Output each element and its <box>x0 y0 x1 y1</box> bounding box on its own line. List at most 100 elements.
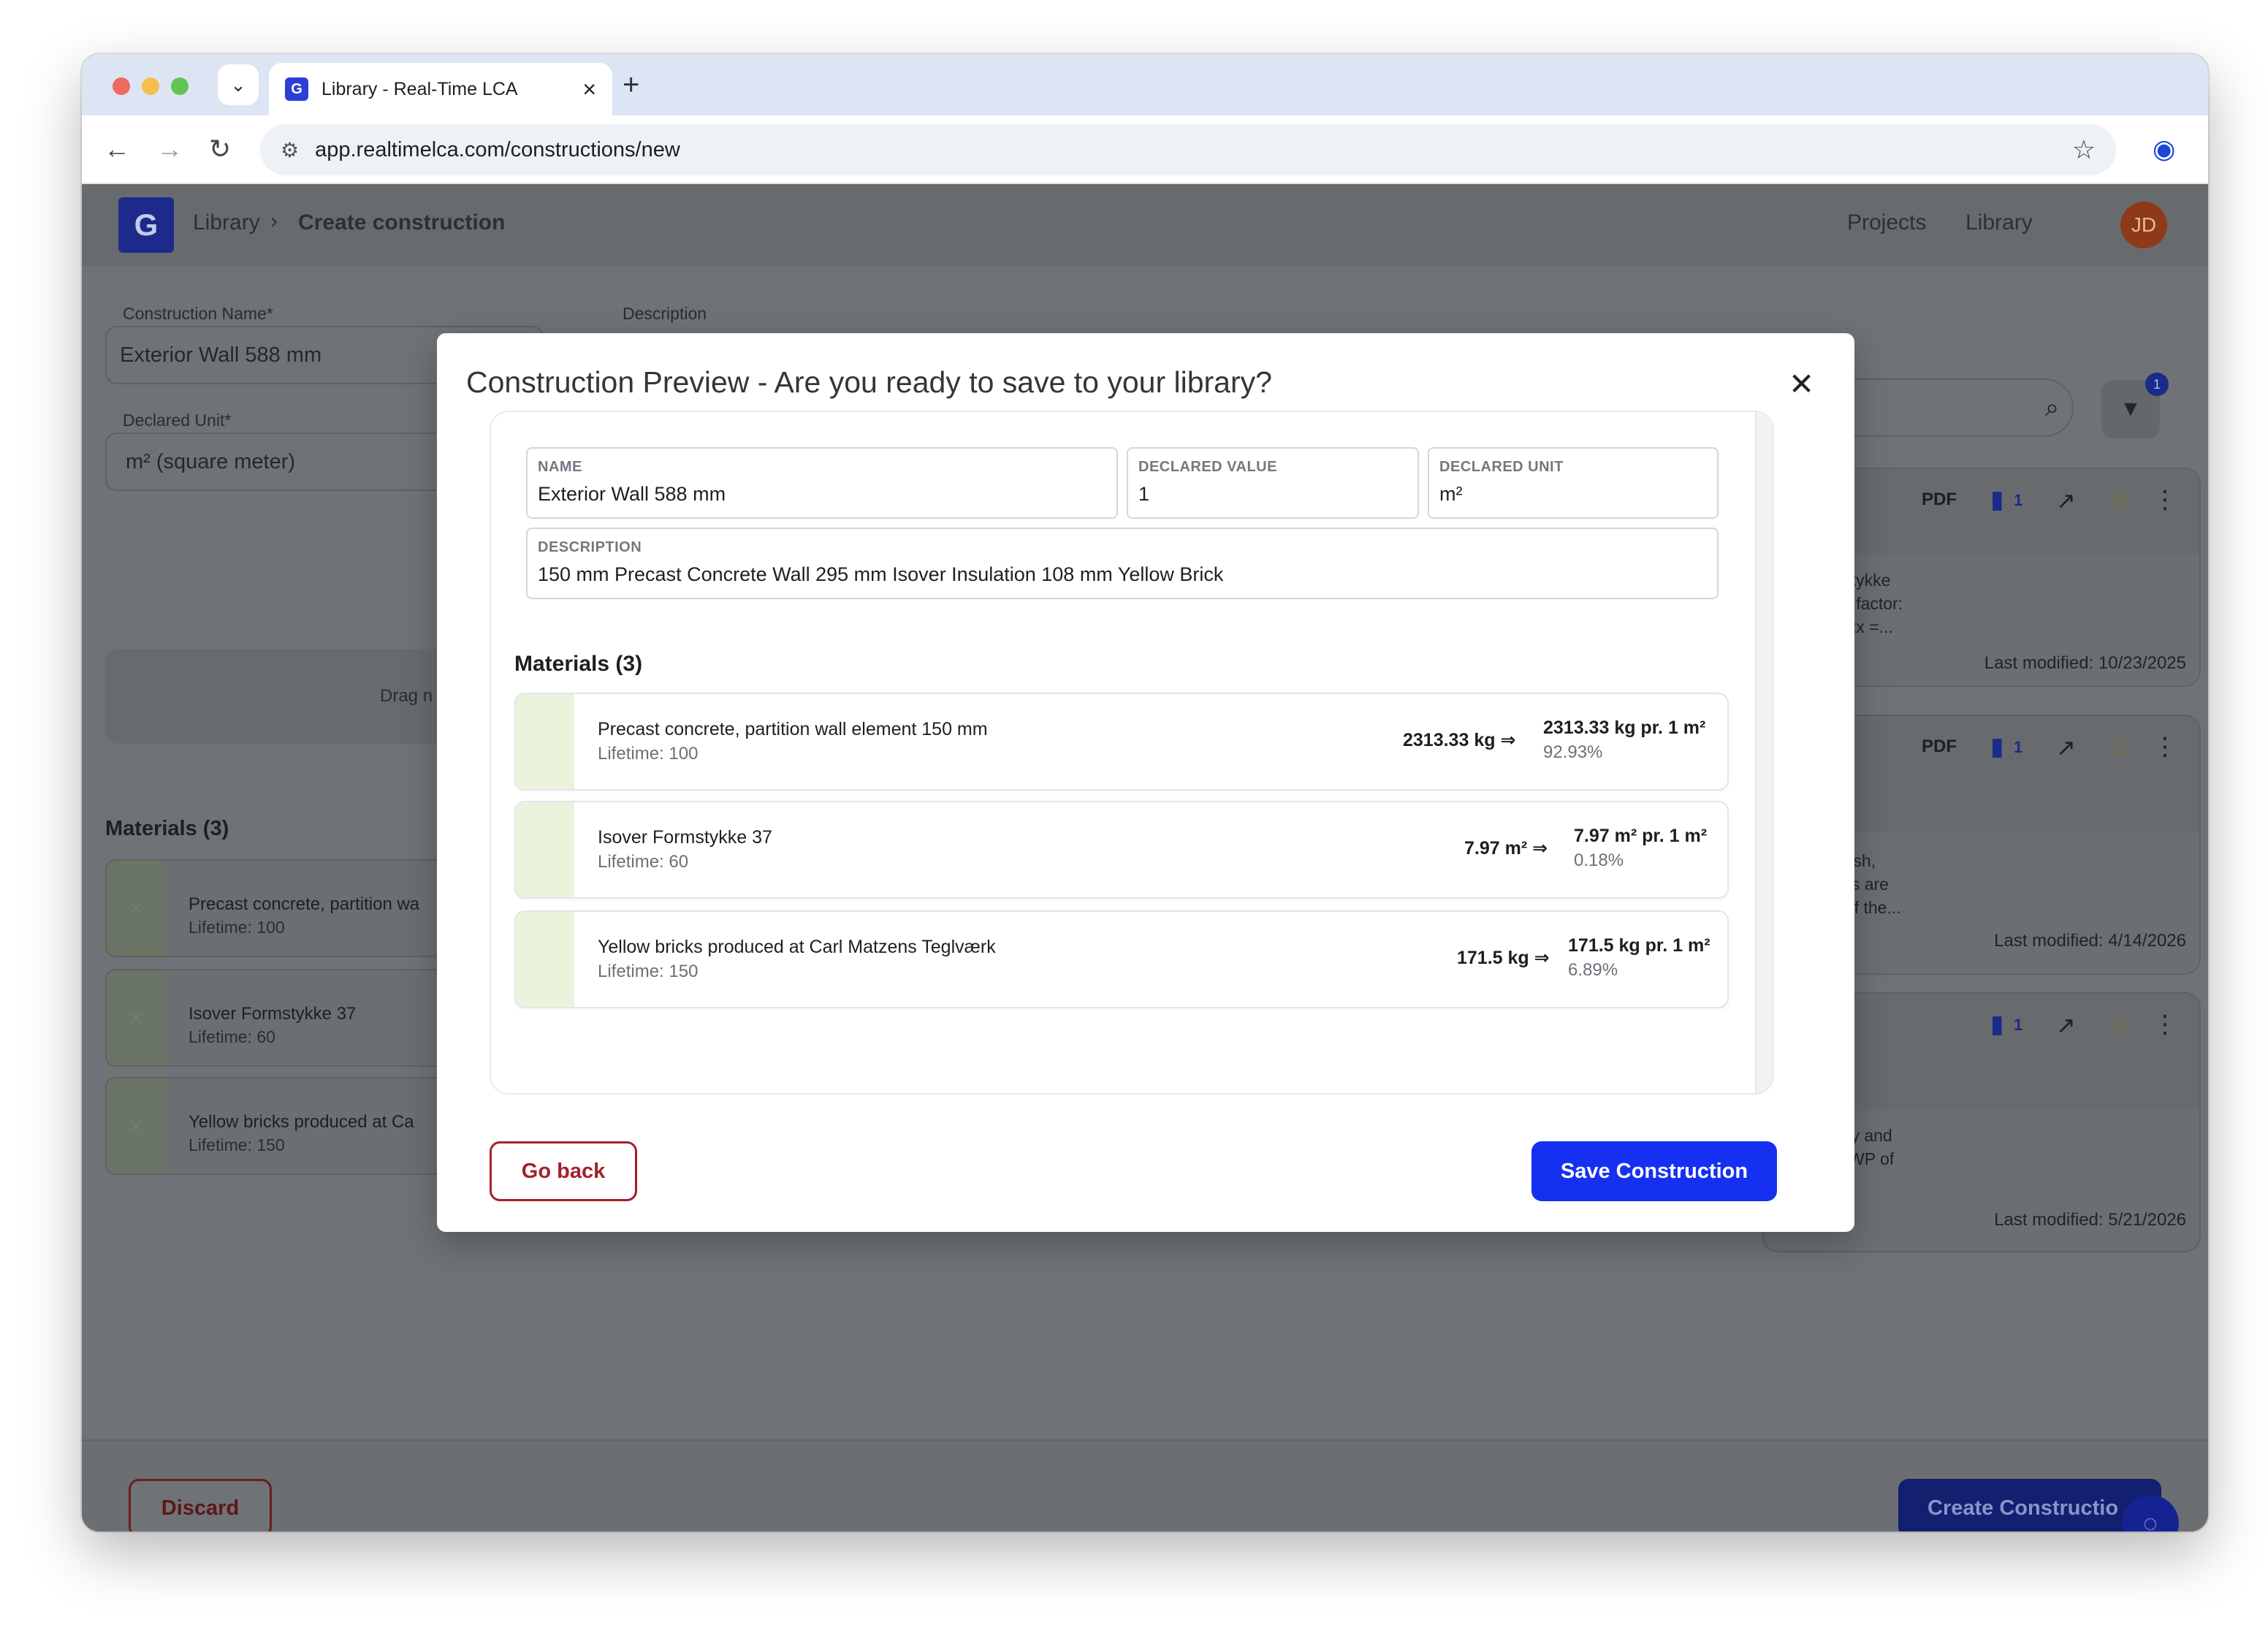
more-options-icon[interactable]: ⋮ <box>2153 485 2177 514</box>
name-field: NAME Exterior Wall 588 mm <box>526 447 1118 519</box>
material-per-unit: 2313.33 kg pr. 1 m² <box>1543 718 1706 738</box>
material-name: Precast concrete, partition wa <box>189 894 420 914</box>
tab-search-chevron-icon[interactable]: ⌄ <box>218 64 259 105</box>
browser-tab[interactable]: G Library - Real-Time LCA × <box>269 63 612 115</box>
bookmark-icon[interactable]: ▮ <box>1990 485 2004 514</box>
declared-unit-label: Declared Unit* <box>123 411 232 430</box>
material-quantity: 171.5 kg ⇒ <box>1457 947 1550 969</box>
description-value: 150 mm Precast Concrete Wall 295 mm Isov… <box>538 563 1224 585</box>
material-per-unit: 171.5 kg pr. 1 m² <box>1568 935 1710 956</box>
modal-scroll-area[interactable]: NAME Exterior Wall 588 mm DECLARED VALUE… <box>490 411 1774 1095</box>
drop-zone-text: Drag n <box>380 686 433 706</box>
table-row: Precast concrete, partition wall element… <box>514 693 1729 791</box>
app-logo-icon[interactable]: G <box>118 197 174 253</box>
construction-preview-modal: Construction Preview - Are you ready to … <box>437 333 1854 1232</box>
external-link-icon[interactable]: ↗ <box>2056 734 2076 761</box>
close-icon[interactable]: ✕ <box>1789 367 1814 402</box>
remove-material-icon[interactable]: × <box>107 1078 165 1173</box>
declared-unit-field: DECLARED UNIT m² <box>1428 447 1719 519</box>
modal-title: Construction Preview - Are you ready to … <box>466 365 1272 399</box>
site-settings-icon[interactable]: ⚙ <box>281 138 299 162</box>
favorite-star-icon[interactable]: ☆ <box>2109 731 2134 764</box>
material-name: Isover Formstykke 37 <box>598 827 772 848</box>
bookmark-count: 1 <box>2014 738 2023 756</box>
material-color-stripe <box>516 694 574 789</box>
declared-value: 1 <box>1138 483 1150 505</box>
material-share: 0.18% <box>1574 850 1624 870</box>
description-label: Description <box>623 304 707 323</box>
reload-icon[interactable]: ↻ <box>209 132 231 167</box>
save-construction-button[interactable]: Save Construction <box>1531 1141 1777 1201</box>
construction-name-label: Construction Name* <box>123 304 273 323</box>
material-name: Yellow bricks produced at Ca <box>189 1112 414 1132</box>
search-icon[interactable]: ⌕ <box>2045 394 2059 422</box>
browser-window: ⌄ G Library - Real-Time LCA × + ← → ↻ ⚙ … <box>82 54 2208 1531</box>
arrow-right-icon: ⇒ <box>1500 730 1516 750</box>
table-row: Isover Formstykke 37 Lifetime: 60 7.97 m… <box>514 801 1729 899</box>
nav-projects[interactable]: Projects <box>1847 210 1926 235</box>
bookmark-icon[interactable]: ▮ <box>1990 1010 2004 1039</box>
bookmark-icon[interactable]: ▮ <box>1990 732 2004 761</box>
browser-toolbar: ← → ↻ ⚙ app.realtimelca.com/construction… <box>82 115 2208 184</box>
materials-heading: Materials (3) <box>514 652 643 676</box>
material-per-unit: 7.97 m² pr. 1 m² <box>1574 826 1708 846</box>
breadcrumb-chevron-icon: › <box>270 209 278 233</box>
arrow-right-icon: ⇒ <box>1534 948 1550 968</box>
material-lifetime: Lifetime: 60 <box>189 1027 275 1046</box>
external-link-icon[interactable]: ↗ <box>2056 487 2076 514</box>
scrollbar[interactable] <box>1755 412 1773 1093</box>
arrow-right-icon: ⇒ <box>1532 838 1548 859</box>
favorite-star-icon[interactable]: ☆ <box>2109 484 2134 517</box>
app-header: G Library › Create construction Projects… <box>82 184 2208 266</box>
app-favicon-icon: G <box>285 77 308 101</box>
tab-close-icon[interactable]: × <box>582 76 596 103</box>
address-bar[interactable]: ⚙ app.realtimelca.com/constructions/new … <box>260 124 2116 175</box>
material-lifetime: Lifetime: 100 <box>598 744 699 764</box>
profile-icon[interactable]: ◉ <box>2153 132 2175 167</box>
pdf-link[interactable]: PDF <box>1922 737 1957 757</box>
avatar[interactable]: JD <box>2120 202 2167 248</box>
more-options-icon[interactable]: ⋮ <box>2153 1010 2177 1039</box>
material-share: 6.89% <box>1568 960 1618 980</box>
url-text[interactable]: app.realtimelca.com/constructions/new <box>315 138 2072 162</box>
go-back-button[interactable]: Go back <box>490 1141 637 1201</box>
forward-arrow-icon[interactable]: → <box>156 132 183 167</box>
card-last-modified: Last modified: 10/23/2025 <box>1984 653 2186 673</box>
declared-value-field: DECLARED VALUE 1 <box>1127 447 1419 519</box>
material-color-stripe <box>516 802 574 897</box>
close-window-button[interactable] <box>113 77 130 95</box>
bottom-action-bar <box>82 1439 2208 1531</box>
card-last-modified: Last modified: 4/14/2026 <box>1994 931 2186 951</box>
materials-heading: Materials (3) <box>105 817 229 840</box>
external-link-icon[interactable]: ↗ <box>2056 1011 2076 1039</box>
nav-library[interactable]: Library <box>1966 210 2033 235</box>
discard-button[interactable]: Discard <box>129 1479 272 1531</box>
remove-material-icon[interactable]: × <box>107 861 165 956</box>
description-field: DESCRIPTION 150 mm Precast Concrete Wall… <box>526 528 1719 599</box>
bookmark-star-icon[interactable]: ☆ <box>2072 134 2096 165</box>
table-row: Yellow bricks produced at Carl Matzens T… <box>514 910 1729 1008</box>
material-name: Precast concrete, partition wall element… <box>598 719 988 739</box>
filter-count-badge: 1 <box>2145 373 2169 396</box>
pdf-link[interactable]: PDF <box>1922 490 1957 510</box>
back-arrow-icon[interactable]: ← <box>104 132 130 167</box>
more-options-icon[interactable]: ⋮ <box>2153 732 2177 761</box>
declared-unit-value: m² <box>1439 483 1463 505</box>
material-lifetime: Lifetime: 100 <box>189 918 285 937</box>
new-tab-plus-icon[interactable]: + <box>623 69 639 102</box>
material-share: 92.93% <box>1543 742 1603 762</box>
favorite-star-icon[interactable]: ☆ <box>2109 1008 2134 1041</box>
material-lifetime: Lifetime: 60 <box>598 852 689 872</box>
material-quantity-text: 7.97 m² <box>1464 838 1528 859</box>
breadcrumb-library[interactable]: Library <box>193 210 260 235</box>
material-name: Isover Formstykke 37 <box>189 1004 357 1024</box>
minimize-window-button[interactable] <box>142 77 159 95</box>
bookmark-count: 1 <box>2014 1016 2023 1034</box>
declared-unit-label: DECLARED UNIT <box>1439 459 1564 475</box>
maximize-window-button[interactable] <box>171 77 189 95</box>
material-lifetime: Lifetime: 150 <box>189 1135 285 1154</box>
remove-material-icon[interactable]: × <box>107 970 165 1065</box>
card-last-modified: Last modified: 5/21/2026 <box>1994 1210 2186 1230</box>
material-quantity-text: 2313.33 kg <box>1403 730 1496 750</box>
name-label: NAME <box>538 459 582 475</box>
